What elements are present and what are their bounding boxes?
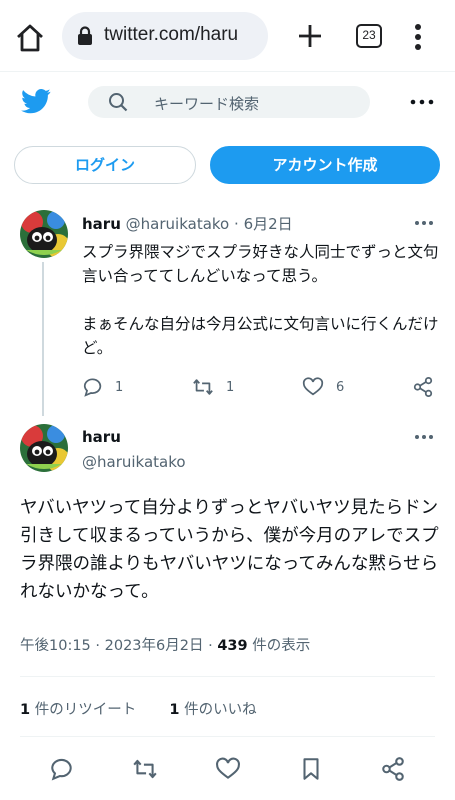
like-total: 1	[169, 702, 180, 718]
tweet-paragraph: まぁそんな自分は今月公式に文句言いに行くんだけど。	[82, 315, 439, 357]
browser-menu-icon[interactable]	[408, 22, 428, 52]
main-tweet-actions	[0, 756, 455, 782]
address-bar[interactable]: twitter.com/haru	[62, 12, 268, 60]
likes-stat[interactable]: 1 件のいいね	[169, 702, 256, 718]
tab-switcher-button[interactable]: 23	[356, 24, 382, 48]
bookmark-icon[interactable]	[298, 756, 324, 782]
search-placeholder: キーワード検索	[154, 95, 260, 113]
share-icon[interactable]	[380, 756, 406, 782]
like-count: 6	[336, 380, 345, 395]
author-name[interactable]: haru	[82, 428, 121, 446]
more-icon[interactable]	[410, 98, 434, 106]
share-icon[interactable]	[412, 376, 434, 398]
avatar[interactable]	[20, 424, 68, 472]
retweet-icon[interactable]	[132, 756, 158, 782]
more-icon[interactable]	[414, 434, 434, 440]
divider	[20, 736, 435, 737]
retweets-stat[interactable]: 1 件のリツイート	[20, 702, 136, 718]
avatar-image	[20, 424, 68, 472]
twitter-header: キーワード検索	[0, 72, 455, 132]
reply-count: 1	[115, 380, 124, 395]
author-handle[interactable]: @haruikatako	[126, 215, 230, 233]
tweet-date[interactable]: 6月2日	[244, 215, 293, 233]
parent-tweet-text[interactable]: スプラ界隈マジでスプラ好きな人同士でずっと文句言い合っててしんどいなって思う。 …	[82, 240, 442, 384]
search-icon	[109, 93, 128, 112]
retweet-icon[interactable]	[192, 376, 214, 398]
tweet-time[interactable]: 午後10:15	[20, 638, 91, 654]
divider	[20, 676, 435, 677]
main-tweet-text: ヤバいヤツって自分よりずっとヤバいヤツ見たらドン引きして収まるっていうから、僕が…	[20, 498, 439, 602]
avatar[interactable]	[20, 210, 68, 258]
parent-tweet-actions: 1 1 6	[0, 376, 455, 400]
author-handle[interactable]: @haruikatako	[82, 453, 186, 471]
like-icon[interactable]	[302, 376, 324, 398]
more-icon[interactable]	[414, 220, 434, 226]
new-tab-icon[interactable]	[296, 22, 324, 50]
home-icon[interactable]	[14, 22, 46, 54]
likes-label: 件のいいね	[184, 702, 257, 718]
lock-icon	[78, 26, 92, 45]
signup-button[interactable]: アカウント作成	[210, 146, 440, 184]
search-input[interactable]: キーワード検索	[88, 86, 370, 118]
parent-tweet-header: haru @haruikatako · 6月2日	[82, 215, 293, 233]
retweets-label: 件のリツイート	[34, 702, 137, 718]
reply-icon[interactable]	[82, 376, 104, 398]
url-text: twitter.com/haru	[104, 24, 239, 45]
like-icon[interactable]	[215, 756, 241, 782]
author-name[interactable]: haru	[82, 215, 121, 233]
tweet-meta: 午後10:15 · 2023年6月2日 · 439 件の表示	[20, 638, 311, 654]
view-count: 439	[217, 638, 248, 654]
tweet-stats: 1 件のリツイート 1 件のいいね	[20, 698, 257, 719]
browser-toolbar: twitter.com/haru 23	[0, 0, 455, 72]
view-label: 件の表示	[252, 638, 311, 654]
retweet-total: 1	[20, 702, 31, 718]
reply-icon[interactable]	[49, 756, 75, 782]
login-button[interactable]: ログイン	[14, 146, 196, 184]
avatar-image	[20, 210, 68, 258]
twitter-bird-icon[interactable]	[20, 86, 52, 116]
tweet-date[interactable]: 2023年6月2日	[105, 638, 204, 654]
retweet-count: 1	[226, 380, 235, 395]
tweet-paragraph: スプラ界隈マジでスプラ好きな人同士でずっと文句言い合っててしんどいなって思う。	[82, 243, 439, 285]
